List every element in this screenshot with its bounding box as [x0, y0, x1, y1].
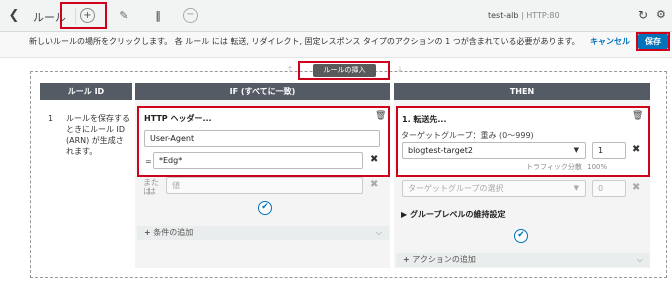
- insert-rule-button[interactable]: ルールの挿入: [313, 64, 376, 77]
- refresh-icon[interactable]: ↻: [638, 8, 648, 22]
- chevron-down-icon: ⌵: [636, 255, 643, 264]
- listener-port: | HTTP:80: [521, 11, 560, 20]
- plus-icon: +: [144, 228, 151, 237]
- dropdown-caret-icon: ▼: [573, 146, 579, 154]
- remove-additional-value-x-icon[interactable]: ✖: [370, 179, 378, 190]
- rule-number: 1: [48, 114, 54, 123]
- header-value-input[interactable]: *Edg*: [153, 152, 363, 169]
- delete-rule-minus-icon[interactable]: −: [183, 8, 198, 23]
- caret-right-icon: ▶: [401, 210, 408, 219]
- up-arrow-icon: ↑: [286, 65, 294, 74]
- remove-value-x-icon[interactable]: ✖: [370, 154, 378, 165]
- column-header-if: IF (すべてに一致): [135, 83, 390, 100]
- remove-target-x-icon[interactable]: ✖: [632, 144, 640, 155]
- target-group-placeholder: ターゲットグループの選択: [408, 184, 504, 193]
- traffic-label: トラフィック分散: [526, 163, 582, 171]
- column-header-then: THEN: [394, 83, 650, 100]
- weight-input[interactable]: 1: [592, 142, 626, 159]
- target-group-value: blogtest-target2: [408, 146, 473, 155]
- reorder-icon[interactable]: ‖: [150, 8, 166, 24]
- traffic-value: 100%: [587, 163, 608, 171]
- dropdown-caret-icon: ▼: [573, 184, 579, 192]
- back-arrow-icon[interactable]: ❮: [6, 8, 22, 24]
- cancel-link[interactable]: キャンセル: [590, 36, 630, 47]
- column-header-rule-id: ルール ID: [40, 83, 132, 100]
- additional-value-input[interactable]: 値: [166, 177, 363, 194]
- target-group-select-empty[interactable]: ターゲットグループの選択 ▼: [402, 180, 586, 197]
- header-name-input[interactable]: User-Agent: [144, 130, 380, 147]
- add-condition-row[interactable]: + 条件の追加 ⌵: [137, 226, 389, 240]
- add-rule-plus-icon[interactable]: +: [80, 8, 95, 23]
- remove-empty-target-x-icon[interactable]: ✖: [632, 182, 640, 193]
- delete-condition-trash-icon[interactable]: 🗑: [375, 111, 386, 121]
- add-condition-label: 条件の追加: [153, 228, 194, 237]
- equals-operator: =: [145, 157, 152, 166]
- delete-action-trash-icon[interactable]: 🗑: [632, 111, 643, 121]
- down-arrow-icon: ↓: [396, 65, 404, 74]
- rule-id-info: ルールを保存するときにルール ID (ARN) が生成されます。: [66, 114, 130, 156]
- weight-input-empty[interactable]: 0: [592, 180, 626, 197]
- info-message: 新しいルールの場所をクリックします。 各 ルール には 転送, リダイレクト, …: [29, 37, 580, 46]
- load-balancer-name: test-alb: [488, 11, 519, 20]
- traffic-distribution: トラフィック分散 100%: [526, 162, 607, 172]
- target-group-label: ターゲットグループ：重み (0〜999): [401, 131, 534, 140]
- save-button[interactable]: 保存: [638, 34, 668, 49]
- gear-icon[interactable]: ⚙: [656, 8, 666, 21]
- add-action-label: アクションの追加: [412, 255, 476, 264]
- confirm-condition-check-icon[interactable]: ✔: [258, 201, 272, 215]
- edit-pencil-icon[interactable]: ✎: [116, 8, 132, 24]
- or-label-suffix: は: [148, 187, 156, 196]
- target-group-select[interactable]: blogtest-target2 ▼: [402, 142, 586, 159]
- action-title[interactable]: 1. 転送先...: [402, 114, 447, 125]
- plus-icon: +: [403, 255, 410, 264]
- stickiness-label: グループレベルの維持設定: [409, 210, 506, 219]
- add-action-row[interactable]: + アクションの追加 ⌵: [396, 253, 650, 267]
- load-balancer-label: test-alb | HTTP:80: [488, 11, 560, 20]
- stickiness-toggle[interactable]: ▶ グループレベルの維持設定: [401, 209, 505, 220]
- chevron-down-icon: ⌵: [375, 228, 382, 237]
- condition-title[interactable]: HTTP ヘッダー...: [144, 113, 212, 124]
- confirm-action-check-icon[interactable]: ✔: [514, 229, 528, 243]
